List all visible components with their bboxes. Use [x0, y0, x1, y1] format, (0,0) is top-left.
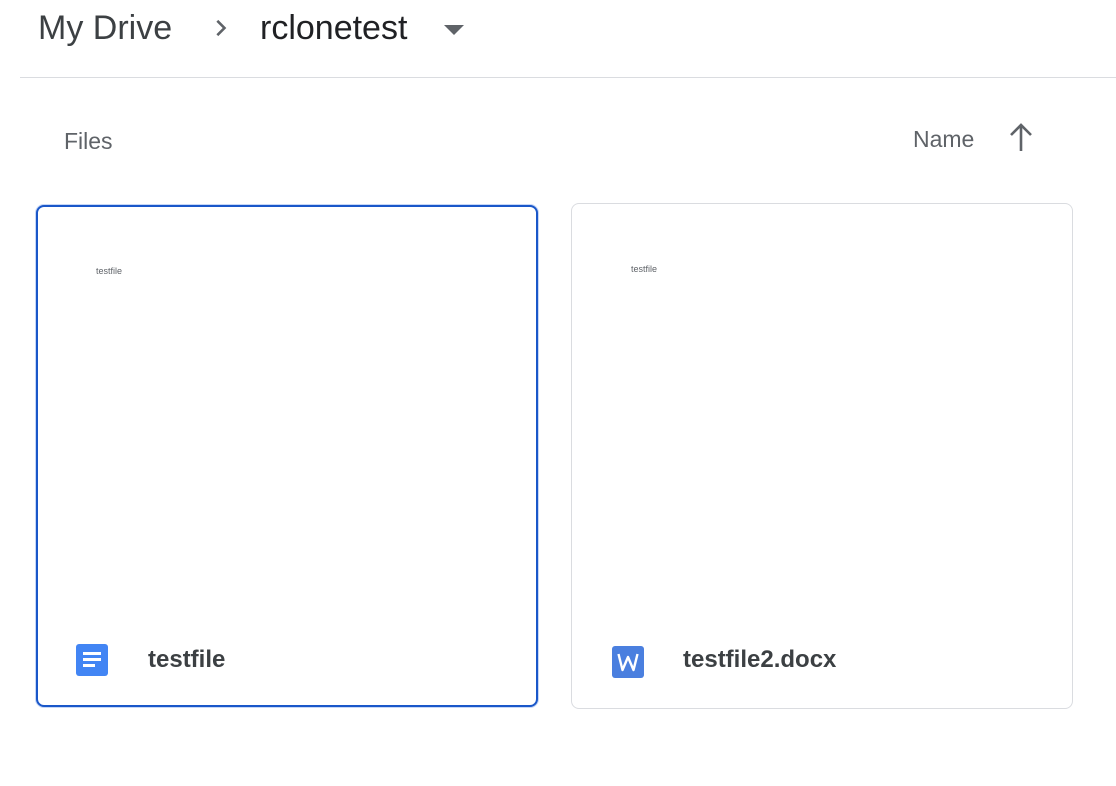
chevron-right-icon — [216, 19, 227, 37]
breadcrumb-current-folder[interactable]: rclonetest — [260, 8, 407, 48]
word-icon — [612, 646, 644, 678]
file-card-testfile[interactable]: testfile testfile — [36, 205, 538, 707]
arrow-up-icon[interactable] — [1006, 122, 1036, 154]
breadcrumb-root[interactable]: My Drive — [38, 8, 172, 48]
file-name: testfile — [148, 646, 226, 673]
file-card-testfile2-docx[interactable]: testfile testfile2.docx — [571, 203, 1073, 709]
section-title-files: Files — [64, 128, 113, 154]
google-docs-icon — [76, 644, 108, 676]
sort-by-name-button[interactable]: Name — [913, 125, 974, 153]
file-thumbnail-preview: testfile — [631, 264, 658, 274]
drive-header: My Drive rclonetest — [20, 0, 1116, 78]
file-name: testfile2.docx — [683, 646, 837, 673]
file-thumbnail-preview: testfile — [96, 266, 123, 276]
caret-down-icon[interactable] — [443, 24, 465, 36]
